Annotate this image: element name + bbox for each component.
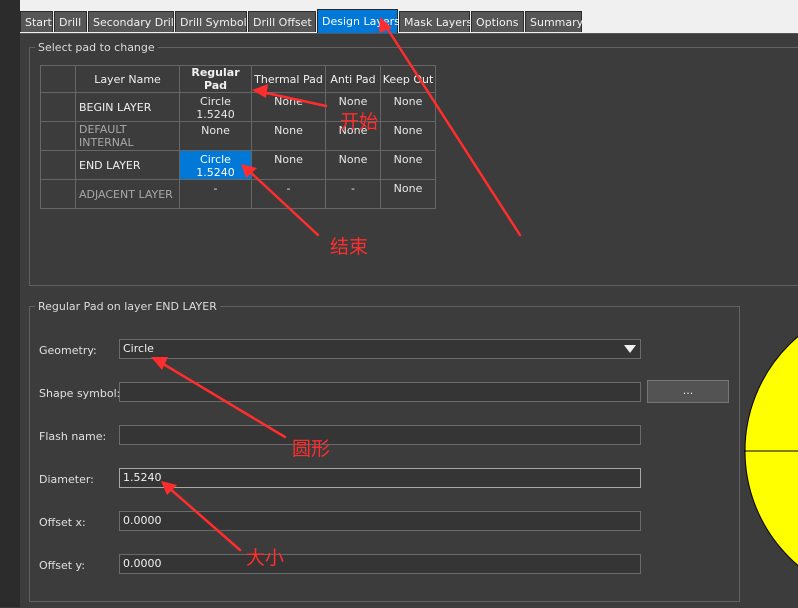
- pad-circle: [744, 335, 798, 567]
- geometry-label: Geometry:: [39, 344, 97, 357]
- tab-start[interactable]: Start: [20, 11, 53, 32]
- tab-drill-offset[interactable]: Drill Offset: [248, 11, 316, 32]
- offset-y-label: Offset y:: [39, 559, 85, 572]
- column-header-keep-out: Keep Out: [380, 65, 436, 93]
- pad-preview: [744, 318, 798, 607]
- annotation-circle: 圆形: [292, 438, 331, 460]
- regular-pad-cell[interactable]: None: [179, 121, 252, 151]
- anti-pad-cell[interactable]: -: [325, 179, 381, 209]
- shape-symbol-label: Shape symbol:: [39, 387, 121, 400]
- table-corner: [40, 65, 76, 93]
- layer-name-cell[interactable]: END LAYER: [75, 150, 180, 180]
- layer-name-cell[interactable]: ADJACENT LAYER: [75, 179, 180, 209]
- geometry-value: Circle: [123, 342, 154, 355]
- offset-x-label: Offset x:: [39, 516, 86, 529]
- tab-mask-layers[interactable]: Mask Layers: [399, 11, 472, 32]
- regular-pad-cell[interactable]: -: [179, 179, 252, 209]
- row-header[interactable]: [40, 150, 76, 180]
- browse-shape-button[interactable]: ...: [647, 380, 729, 403]
- anti-pad-cell[interactable]: None: [325, 150, 381, 180]
- column-header-layer-name: Layer Name: [75, 65, 180, 93]
- flash-name-input[interactable]: [119, 425, 641, 445]
- layer-name-cell[interactable]: BEGIN LAYER: [75, 92, 180, 122]
- tab-drill[interactable]: Drill: [54, 11, 87, 32]
- keep-out-cell[interactable]: None: [380, 179, 436, 209]
- thermal-pad-cell[interactable]: None: [251, 150, 326, 180]
- layer-name-cell[interactable]: DEFAULT INTERNAL: [75, 121, 180, 151]
- thermal-pad-cell[interactable]: None: [251, 121, 326, 151]
- row-header[interactable]: [40, 179, 76, 209]
- tab-design-layers[interactable]: Design Layers: [317, 9, 400, 33]
- tab-options[interactable]: Options: [471, 11, 524, 32]
- geometry-select[interactable]: Circle: [119, 339, 641, 359]
- diameter-label: Diameter:: [39, 473, 94, 486]
- keep-out-cell[interactable]: None: [380, 150, 436, 180]
- regular-pad-cell[interactable]: Circle 1.5240: [179, 92, 252, 122]
- tab-summary[interactable]: Summary: [525, 11, 583, 32]
- tab-secondary-drill[interactable]: Secondary Drill: [88, 11, 177, 32]
- select-pad-legend: Select pad to change: [38, 41, 155, 54]
- column-header-thermal-pad: Thermal Pad: [251, 65, 326, 93]
- layers-table: Layer Name Regular Pad Thermal Pad Anti …: [40, 65, 436, 209]
- tab-drill-symbol[interactable]: Drill Symbol: [175, 11, 247, 32]
- table-header-row: Layer Name Regular Pad Thermal Pad Anti …: [40, 65, 436, 93]
- flash-name-label: Flash name:: [39, 430, 107, 443]
- keep-out-cell[interactable]: None: [380, 121, 436, 151]
- thermal-pad-cell[interactable]: -: [251, 179, 326, 209]
- row-header[interactable]: [40, 121, 76, 151]
- regular-pad-cell-selected[interactable]: Circle 1.5240: [179, 150, 252, 180]
- offset-x-input[interactable]: 0.0000: [119, 511, 641, 531]
- pad-preview-drawing: [744, 335, 798, 567]
- regular-pad-legend: Regular Pad on layer END LAYER: [38, 300, 217, 313]
- offset-y-input[interactable]: 0.0000: [119, 554, 641, 574]
- table-row: END LAYER Circle 1.5240 None None None: [40, 150, 436, 180]
- annotation-start: 开始: [340, 111, 379, 133]
- column-header-regular-pad: Regular Pad: [179, 65, 252, 93]
- table-row: ADJACENT LAYER - - - None: [40, 179, 436, 209]
- annotation-end: 结束: [330, 236, 369, 258]
- chevron-down-icon[interactable]: [624, 345, 636, 353]
- diameter-input[interactable]: 1.5240: [119, 468, 641, 488]
- column-header-anti-pad: Anti Pad: [325, 65, 381, 93]
- thermal-pad-cell[interactable]: None: [251, 92, 326, 122]
- keep-out-cell[interactable]: None: [380, 92, 436, 122]
- shape-symbol-input[interactable]: [119, 382, 641, 402]
- row-header[interactable]: [40, 92, 76, 122]
- left-panel-strip: [0, 0, 21, 607]
- tab-bar: Start Drill Secondary Drill Drill Symbol…: [20, 0, 798, 34]
- annotation-size: 大小: [246, 547, 285, 569]
